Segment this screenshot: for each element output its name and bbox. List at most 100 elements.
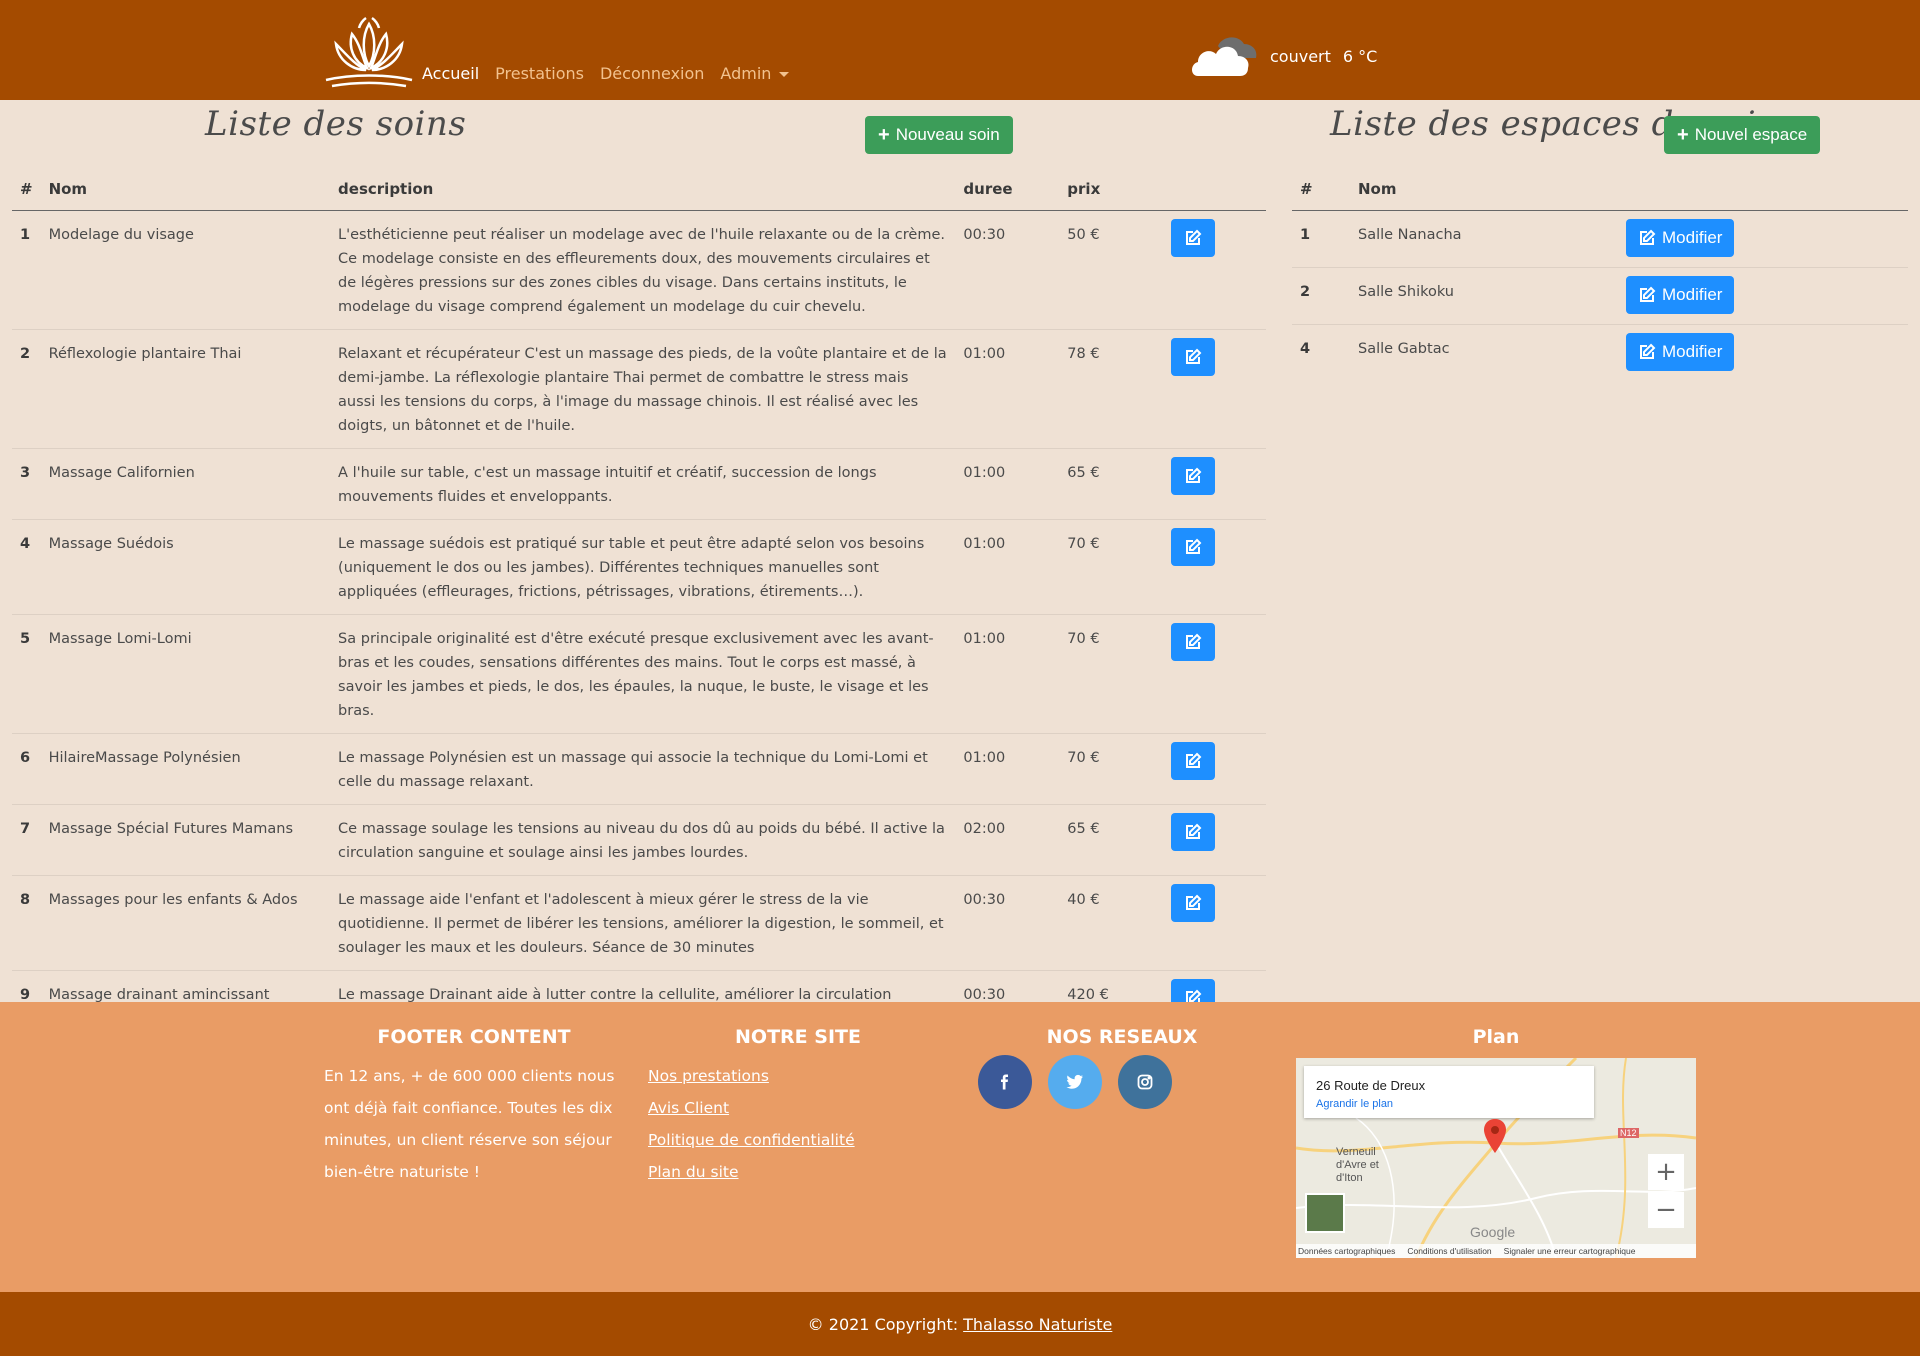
new-soin-button[interactable]: + Nouveau soin xyxy=(865,116,1013,154)
soin-prix: 50 € xyxy=(1059,210,1164,330)
table-row: 2 Salle Shikoku Modifier xyxy=(1292,267,1908,325)
soin-actions xyxy=(1163,329,1266,449)
espace-nom: Salle Nanacha xyxy=(1350,210,1618,268)
soin-duree: 00:30 xyxy=(955,210,1060,330)
edit-soin-button[interactable] xyxy=(1171,884,1216,922)
espace-nom: Salle Shikoku xyxy=(1350,267,1618,325)
map-data-credit: Données cartographiques xyxy=(1298,1246,1396,1256)
soin-duree: 01:00 xyxy=(955,733,1060,805)
espace-id: 4 xyxy=(1292,324,1350,381)
espace-actions: Modifier xyxy=(1618,210,1908,268)
cloud-icon xyxy=(1192,37,1257,76)
instagram-button[interactable] xyxy=(1118,1055,1172,1109)
edit-soin-button[interactable] xyxy=(1171,623,1216,661)
edit-icon xyxy=(1186,348,1202,364)
map-address-card: 26 Route de Dreux Agrandir le plan xyxy=(1304,1066,1594,1118)
soin-actions xyxy=(1163,519,1266,615)
lotus-logo-icon[interactable] xyxy=(322,14,416,90)
table-row: 7 Massage Spécial Futures Mamans Ce massag… xyxy=(12,804,1266,876)
soin-actions xyxy=(1163,210,1266,330)
edit-icon xyxy=(1186,538,1202,554)
footer-site-title: NOTRE SITE xyxy=(735,1026,861,1048)
twitter-button[interactable] xyxy=(1048,1055,1102,1109)
map-zoom-in-button[interactable]: + xyxy=(1648,1154,1684,1190)
map-embed[interactable]: 26 Route de Dreux Agrandir le plan Verne… xyxy=(1296,1058,1696,1258)
edit-icon xyxy=(1640,229,1656,245)
map-report-link[interactable]: Signaler une erreur cartographique xyxy=(1504,1246,1636,1256)
soin-prix: 78 € xyxy=(1059,329,1164,449)
new-espace-button[interactable]: + Nouvel espace xyxy=(1664,116,1821,154)
map-address: 26 Route de Dreux xyxy=(1316,1078,1426,1093)
col-header-nom: Nom xyxy=(1350,168,1618,211)
table-row: 1 Salle Nanacha Modifier xyxy=(1292,210,1908,268)
footer-link-avis[interactable]: Avis Client xyxy=(648,1092,855,1124)
footer-plan-title: Plan xyxy=(1472,1026,1520,1048)
edit-icon xyxy=(1186,752,1202,768)
copyright-link[interactable]: Thalasso Naturiste xyxy=(963,1315,1112,1334)
soin-prix: 65 € xyxy=(1059,448,1164,520)
nav-link-accueil[interactable]: Accueil xyxy=(422,64,479,83)
nav-link-prestations[interactable]: Prestations xyxy=(495,64,584,83)
minus-icon: − xyxy=(1655,1195,1677,1225)
soin-actions xyxy=(1163,875,1266,971)
modify-label: Modifier xyxy=(1662,228,1723,247)
map-zoom-out-button[interactable]: − xyxy=(1648,1192,1684,1228)
edit-soin-button[interactable] xyxy=(1171,813,1216,851)
col-header-id: # xyxy=(1292,168,1350,211)
table-row: 2 Réflexologie plantaire Thai Relaxant et … xyxy=(12,329,1266,449)
espace-id: 1 xyxy=(1292,210,1350,268)
weather-widget: couvert 6 °C xyxy=(1188,32,1377,80)
plus-icon: + xyxy=(878,124,890,146)
edit-soin-button[interactable] xyxy=(1171,742,1216,780)
col-header-prix: prix xyxy=(1059,168,1164,211)
google-logo: Google xyxy=(1470,1224,1516,1240)
col-header-actions xyxy=(1163,168,1266,211)
soin-description: Le massage suédois est pratiqué sur tabl… xyxy=(330,519,956,615)
soin-description: Sa principale originalité est d'être exé… xyxy=(330,614,956,734)
soin-nom: Modelage du visage xyxy=(40,210,331,330)
plus-icon: + xyxy=(1677,124,1689,146)
soins-title: Liste des soins xyxy=(205,104,467,144)
espaces-header-row: # Nom xyxy=(1292,168,1908,211)
footer-link-plan-site[interactable]: Plan du site xyxy=(648,1156,855,1188)
edit-soin-button[interactable] xyxy=(1171,219,1216,257)
footer-link-prestations[interactable]: Nos prestations xyxy=(648,1060,855,1092)
soin-actions xyxy=(1163,733,1266,805)
soin-actions xyxy=(1163,614,1266,734)
soin-description: L'esthéticienne peut réaliser un modelag… xyxy=(330,210,956,330)
edit-soin-button[interactable] xyxy=(1171,457,1216,495)
footer-site-links: Nos prestations Avis Client Politique de… xyxy=(648,1060,855,1188)
table-row: 6 HilaireMassage Polynésien Le massage Pol… xyxy=(12,733,1266,805)
edit-soin-button[interactable] xyxy=(1171,528,1216,566)
caret-down-icon xyxy=(779,72,790,77)
modify-espace-button[interactable]: Modifier xyxy=(1626,333,1735,371)
footer-content-title: FOOTER CONTENT xyxy=(377,1026,571,1048)
modify-espace-button[interactable]: Modifier xyxy=(1626,276,1735,314)
soin-description: Le massage Polynésien est un massage qui… xyxy=(330,733,956,805)
edit-soin-button[interactable] xyxy=(1171,338,1216,376)
nav-link-deconnexion[interactable]: Déconnexion xyxy=(600,64,704,83)
soin-duree: 01:00 xyxy=(955,519,1060,615)
soin-id: 4 xyxy=(12,519,41,615)
soin-description: Le massage aide l'enfant et l'adolescent… xyxy=(330,875,956,971)
col-header-actions xyxy=(1618,168,1908,211)
modify-espace-button[interactable]: Modifier xyxy=(1626,219,1735,257)
soin-prix: 40 € xyxy=(1059,875,1164,971)
plus-icon: + xyxy=(1655,1157,1677,1187)
soin-id: 1 xyxy=(12,210,41,330)
table-row: 3 Massage Californien A l'huile sur table,… xyxy=(12,448,1266,520)
modify-label: Modifier xyxy=(1662,285,1723,304)
footer-link-confidentialite[interactable]: Politique de confidentialité xyxy=(648,1124,855,1156)
table-row: 5 Massage Lomi-Lomi Sa principale original… xyxy=(12,614,1266,734)
soin-id: 2 xyxy=(12,329,41,449)
map-terms-link[interactable]: Conditions d'utilisation xyxy=(1407,1246,1491,1256)
map-enlarge-link[interactable]: Agrandir le plan xyxy=(1316,1098,1393,1110)
nav-dropdown-admin[interactable]: Admin xyxy=(720,64,790,83)
soin-nom: Massages pour les enfants & Ados xyxy=(40,875,331,971)
soin-id: 3 xyxy=(12,448,41,520)
facebook-button[interactable] xyxy=(978,1055,1032,1109)
col-header-id: # xyxy=(12,168,41,211)
table-row: 8 Massages pour les enfants & Ados Le mass… xyxy=(12,875,1266,971)
soins-header-row: # Nom description duree prix xyxy=(12,168,1266,211)
espace-actions: Modifier xyxy=(1618,324,1908,381)
